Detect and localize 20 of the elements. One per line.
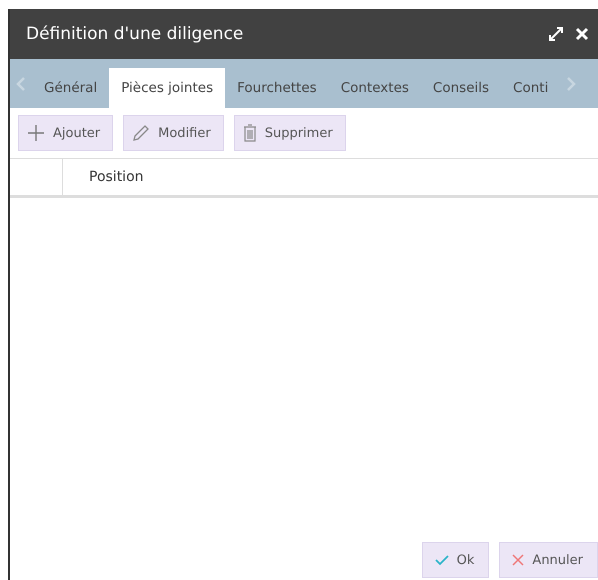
- column-header[interactable]: Position: [89, 169, 144, 185]
- plus-icon: [27, 124, 45, 142]
- tab[interactable]: Pièces jointes: [109, 68, 226, 108]
- close-icon: [512, 554, 524, 566]
- tab[interactable]: Conseils: [420, 68, 502, 108]
- maximize-icon[interactable]: [548, 26, 564, 42]
- ok-button[interactable]: Ok: [422, 542, 490, 578]
- check-icon: [434, 554, 449, 566]
- pencil-icon: [132, 124, 150, 142]
- add-button[interactable]: Ajouter: [18, 115, 114, 151]
- trash-icon: [242, 124, 257, 142]
- tab[interactable]: Conti: [501, 68, 560, 108]
- delete-button[interactable]: Supprimer: [234, 115, 346, 151]
- edit-button[interactable]: Modifier: [123, 115, 224, 151]
- window-title: Définition d'une diligence: [26, 24, 244, 44]
- tab[interactable]: Contextes: [328, 68, 421, 108]
- tab[interactable]: Général: [32, 68, 110, 108]
- tab[interactable]: Fourchettes: [225, 68, 329, 108]
- close-icon[interactable]: [574, 26, 590, 42]
- cancel-button[interactable]: Annuler: [499, 542, 598, 578]
